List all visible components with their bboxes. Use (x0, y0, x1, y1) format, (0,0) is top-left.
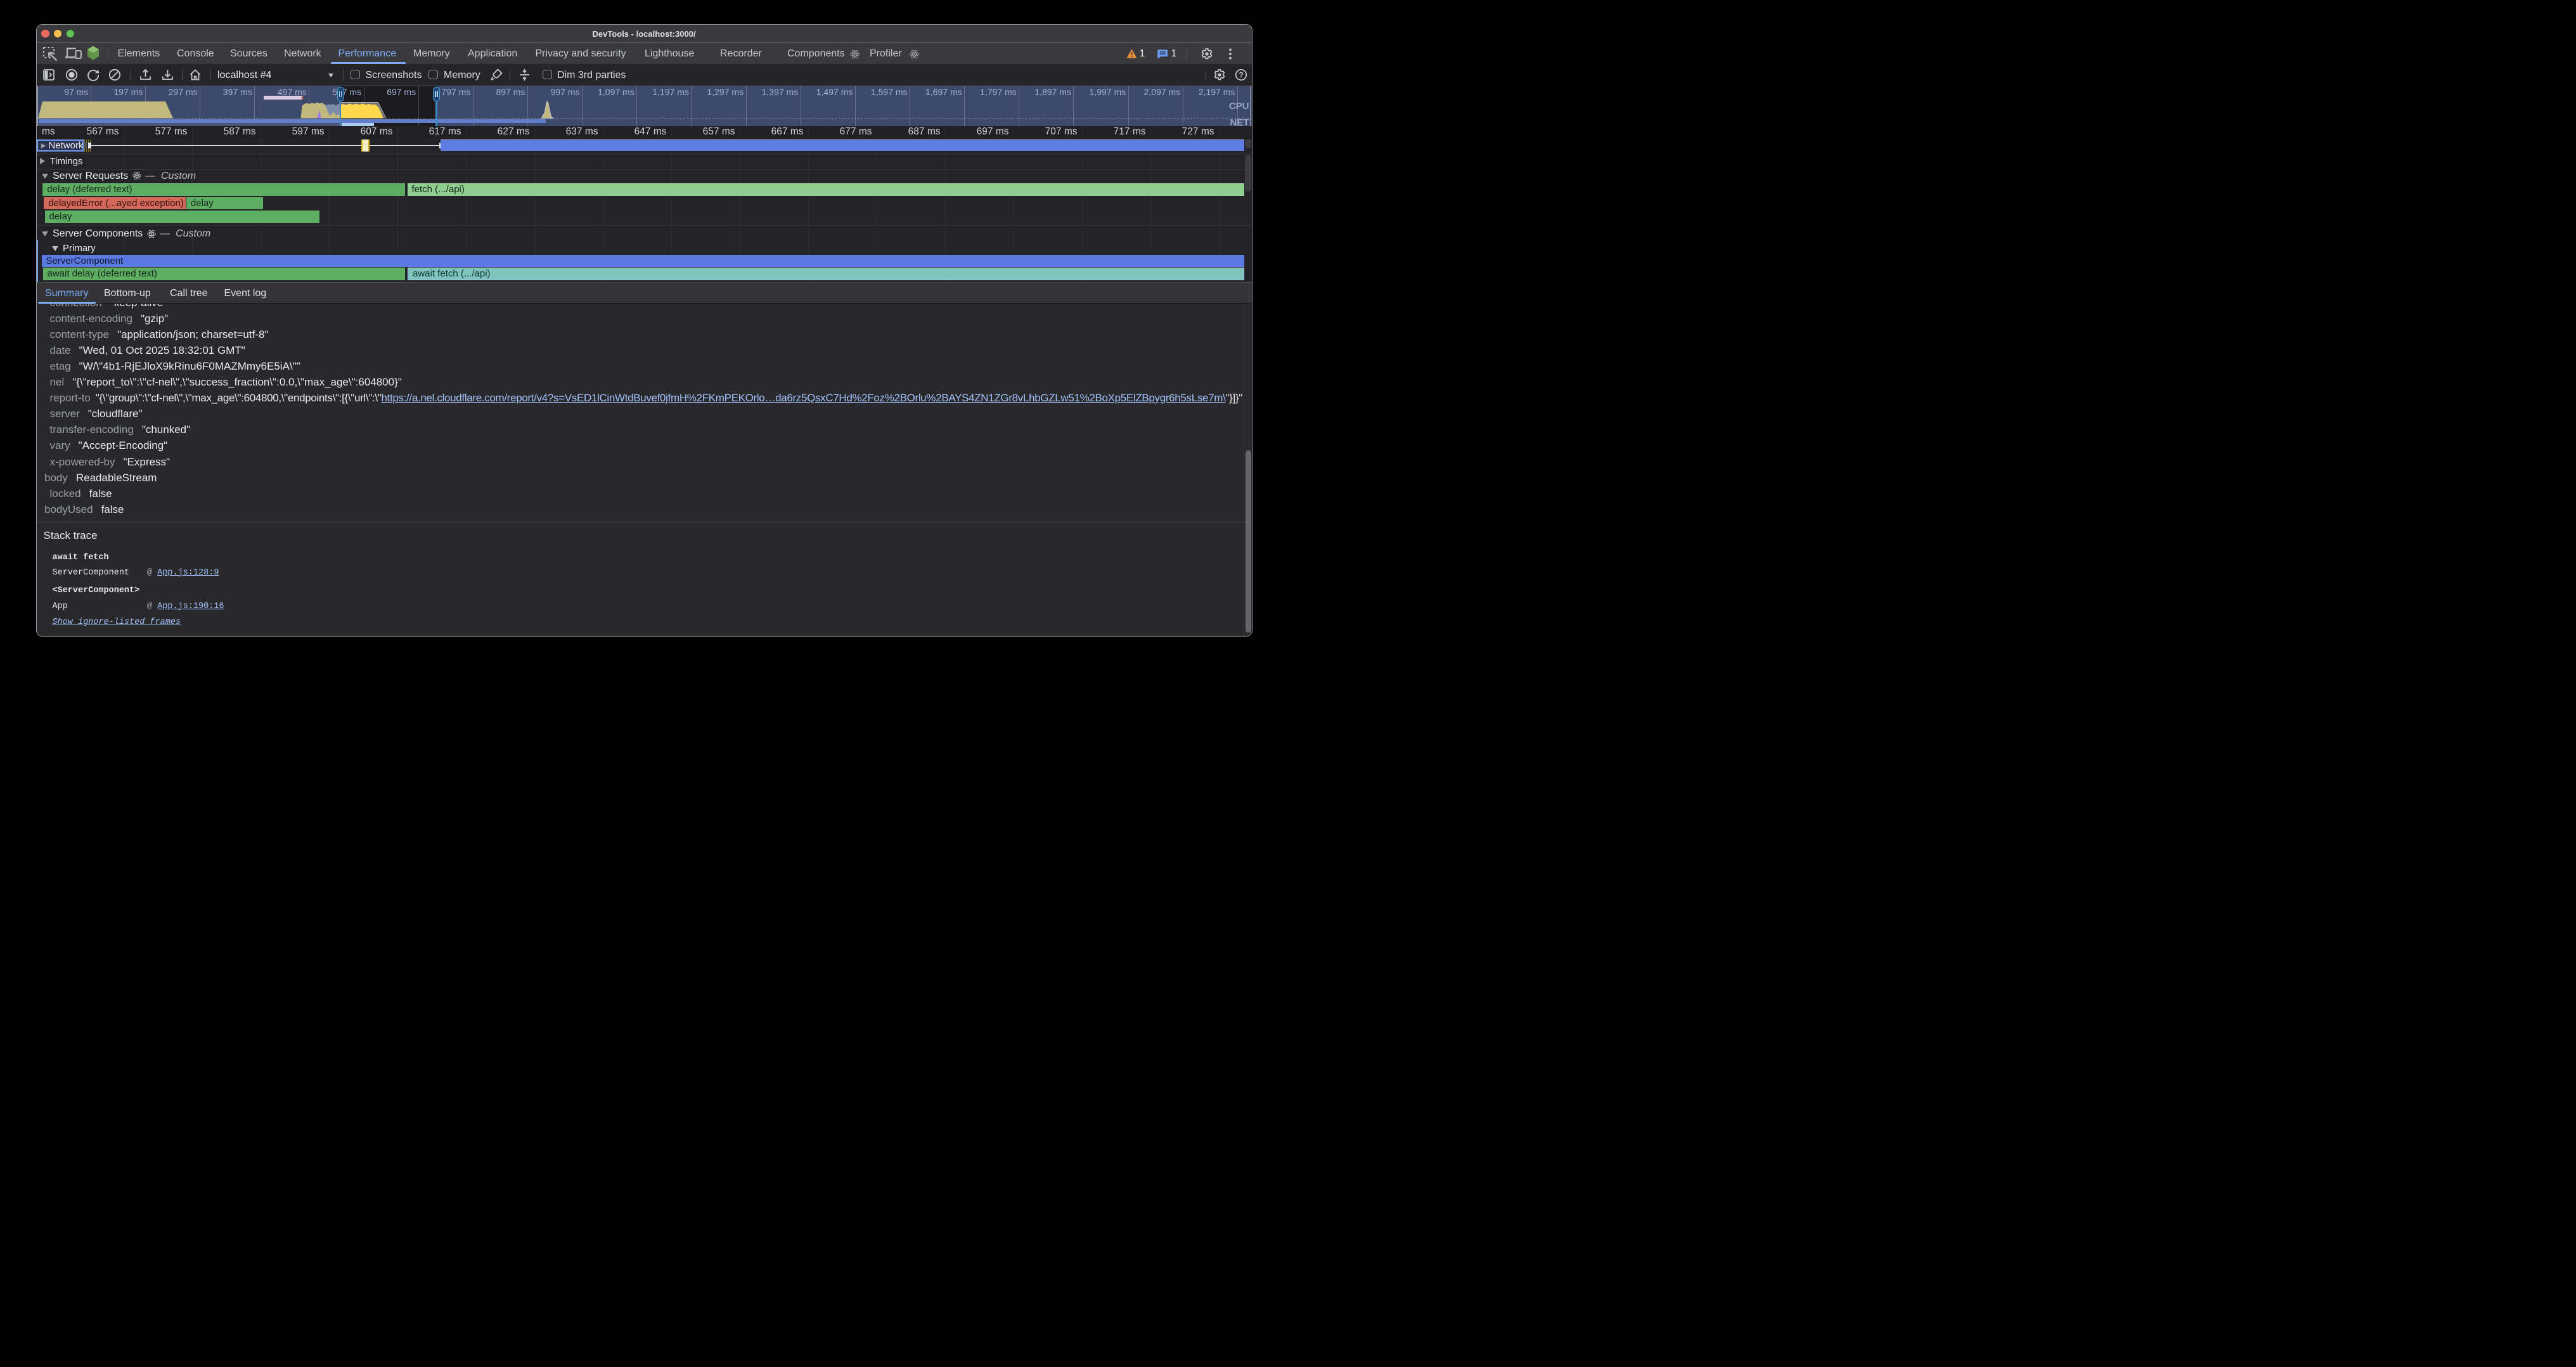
svg-text:?: ? (1239, 70, 1243, 79)
